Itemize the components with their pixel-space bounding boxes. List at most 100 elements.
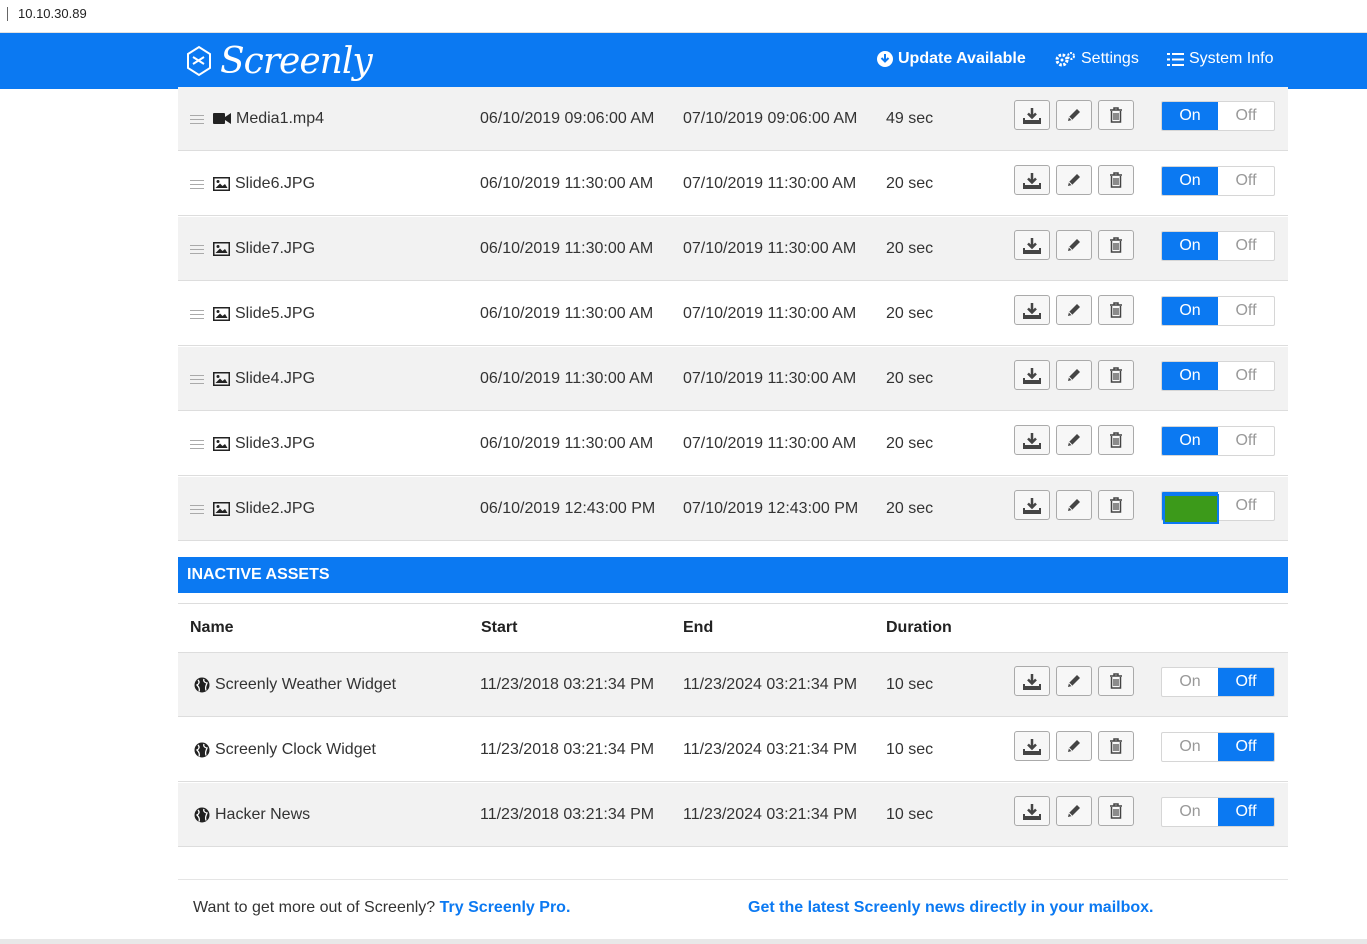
- enable-toggle[interactable]: OnOff: [1161, 797, 1275, 827]
- settings-link[interactable]: Settings: [1055, 50, 1139, 68]
- end-date: 07/10/2019 11:30:00 AM: [683, 174, 857, 192]
- system-info-link[interactable]: System Info: [1167, 50, 1273, 68]
- download-button[interactable]: [1014, 230, 1050, 260]
- toggle-on[interactable]: On: [1162, 102, 1218, 130]
- toggle-on[interactable]: On: [1162, 297, 1218, 325]
- drag-handle-icon[interactable]: [190, 505, 204, 514]
- asset-actions: [1014, 425, 1140, 455]
- delete-button[interactable]: [1098, 165, 1134, 195]
- url-text[interactable]: 10.10.30.89: [18, 6, 87, 21]
- table-row: Screenly Clock Widget 11/23/2018 03:21:34…: [178, 718, 1288, 782]
- toggle-off[interactable]: Off: [1218, 492, 1274, 520]
- download-icon: [1023, 673, 1041, 690]
- edit-button[interactable]: [1056, 360, 1092, 390]
- edit-button[interactable]: [1056, 295, 1092, 325]
- asset-name: Screenly Clock Widget: [215, 740, 376, 758]
- update-label: Update Available: [898, 50, 1026, 67]
- download-button[interactable]: [1014, 360, 1050, 390]
- download-button[interactable]: [1014, 425, 1050, 455]
- trash-icon: [1110, 237, 1122, 253]
- toggle-off[interactable]: Off: [1218, 297, 1274, 325]
- delete-button[interactable]: [1098, 731, 1134, 761]
- drag-handle-icon[interactable]: [190, 375, 204, 384]
- drag-handle-icon[interactable]: [190, 440, 204, 449]
- download-button[interactable]: [1014, 100, 1050, 130]
- trash-icon: [1110, 302, 1122, 318]
- brand-logo[interactable]: Screenly: [184, 41, 373, 82]
- download-button[interactable]: [1014, 295, 1050, 325]
- column-duration: Duration: [886, 619, 952, 636]
- delete-button[interactable]: [1098, 666, 1134, 696]
- delete-button[interactable]: [1098, 425, 1134, 455]
- download-button[interactable]: [1014, 165, 1050, 195]
- browser-address-bar[interactable]: 10.10.30.89: [0, 0, 1367, 33]
- toggle-off[interactable]: Off: [1218, 668, 1274, 696]
- try-pro-link[interactable]: Try Screenly Pro.: [440, 899, 571, 916]
- edit-button[interactable]: [1056, 796, 1092, 826]
- toggle-on[interactable]: On: [1162, 362, 1218, 390]
- edit-button[interactable]: [1056, 490, 1092, 520]
- asset-name: Slide6.JPG: [235, 174, 316, 192]
- enable-toggle[interactable]: OnOff: [1161, 296, 1275, 326]
- start-date: 06/10/2019 11:30:00 AM: [480, 174, 654, 192]
- edit-button[interactable]: [1056, 100, 1092, 130]
- start-date: 06/10/2019 11:30:00 AM: [480, 304, 654, 322]
- enable-toggle[interactable]: OnOff: [1161, 361, 1275, 391]
- toggle-off[interactable]: Off: [1218, 167, 1274, 195]
- toggle-off[interactable]: Off: [1218, 232, 1274, 260]
- toggle-on[interactable]: On: [1162, 668, 1218, 696]
- asset-name-cell: Slide7.JPG: [213, 240, 315, 258]
- toggle-on[interactable]: On: [1162, 733, 1218, 761]
- duration: 20 sec: [886, 239, 934, 257]
- table-row: Screenly Weather Widget 11/23/2018 03:21:…: [178, 653, 1288, 717]
- end-date: 07/10/2019 11:30:00 AM: [683, 304, 857, 322]
- toggle-on[interactable]: On: [1162, 427, 1218, 455]
- trash-icon: [1110, 738, 1122, 754]
- toggle-off[interactable]: Off: [1218, 427, 1274, 455]
- asset-actions: [1014, 490, 1140, 520]
- start-date: 06/10/2019 11:30:00 AM: [480, 239, 654, 257]
- delete-button[interactable]: [1098, 295, 1134, 325]
- asset-actions: [1014, 165, 1140, 195]
- enable-toggle[interactable]: OnOff: [1161, 101, 1275, 131]
- delete-button[interactable]: [1098, 796, 1134, 826]
- update-available-link[interactable]: Update Available: [877, 50, 1026, 68]
- trash-icon: [1110, 432, 1122, 448]
- enable-toggle[interactable]: OnOff: [1161, 732, 1275, 762]
- download-button[interactable]: [1014, 731, 1050, 761]
- newsletter-link[interactable]: Get the latest Screenly news directly in…: [748, 899, 1153, 917]
- edit-button[interactable]: [1056, 425, 1092, 455]
- drag-handle-icon[interactable]: [190, 180, 204, 189]
- drag-handle-icon[interactable]: [190, 310, 204, 319]
- enable-toggle[interactable]: OnOff: [1161, 667, 1275, 697]
- toggle-off[interactable]: Off: [1218, 798, 1274, 826]
- pencil-icon: [1068, 109, 1080, 121]
- edit-button[interactable]: [1056, 731, 1092, 761]
- delete-button[interactable]: [1098, 360, 1134, 390]
- enable-toggle[interactable]: OnOff: [1161, 166, 1275, 196]
- start-date: 11/23/2018 03:21:34 PM: [480, 675, 655, 693]
- toggle-on[interactable]: On: [1162, 798, 1218, 826]
- drag-handle-icon[interactable]: [190, 115, 204, 124]
- delete-button[interactable]: [1098, 230, 1134, 260]
- toggle-on[interactable]: On: [1162, 167, 1218, 195]
- enable-toggle[interactable]: OnOff: [1161, 231, 1275, 261]
- delete-button[interactable]: [1098, 100, 1134, 130]
- edit-button[interactable]: [1056, 230, 1092, 260]
- image-icon: [213, 371, 235, 386]
- toggle-off[interactable]: Off: [1218, 733, 1274, 761]
- delete-button[interactable]: [1098, 490, 1134, 520]
- enable-toggle[interactable]: OnOff: [1161, 426, 1275, 456]
- toggle-on[interactable]: On: [1162, 232, 1218, 260]
- download-button[interactable]: [1014, 490, 1050, 520]
- edit-button[interactable]: [1056, 666, 1092, 696]
- edit-button[interactable]: [1056, 165, 1092, 195]
- table-row: Slide5.JPG 06/10/2019 11:30:00 AM 07/10/20…: [178, 282, 1288, 346]
- asset-actions: [1014, 100, 1140, 130]
- duration: 20 sec: [886, 434, 934, 452]
- drag-handle-icon[interactable]: [190, 245, 204, 254]
- download-button[interactable]: [1014, 666, 1050, 696]
- toggle-off[interactable]: Off: [1218, 362, 1274, 390]
- toggle-off[interactable]: Off: [1218, 102, 1274, 130]
- download-button[interactable]: [1014, 796, 1050, 826]
